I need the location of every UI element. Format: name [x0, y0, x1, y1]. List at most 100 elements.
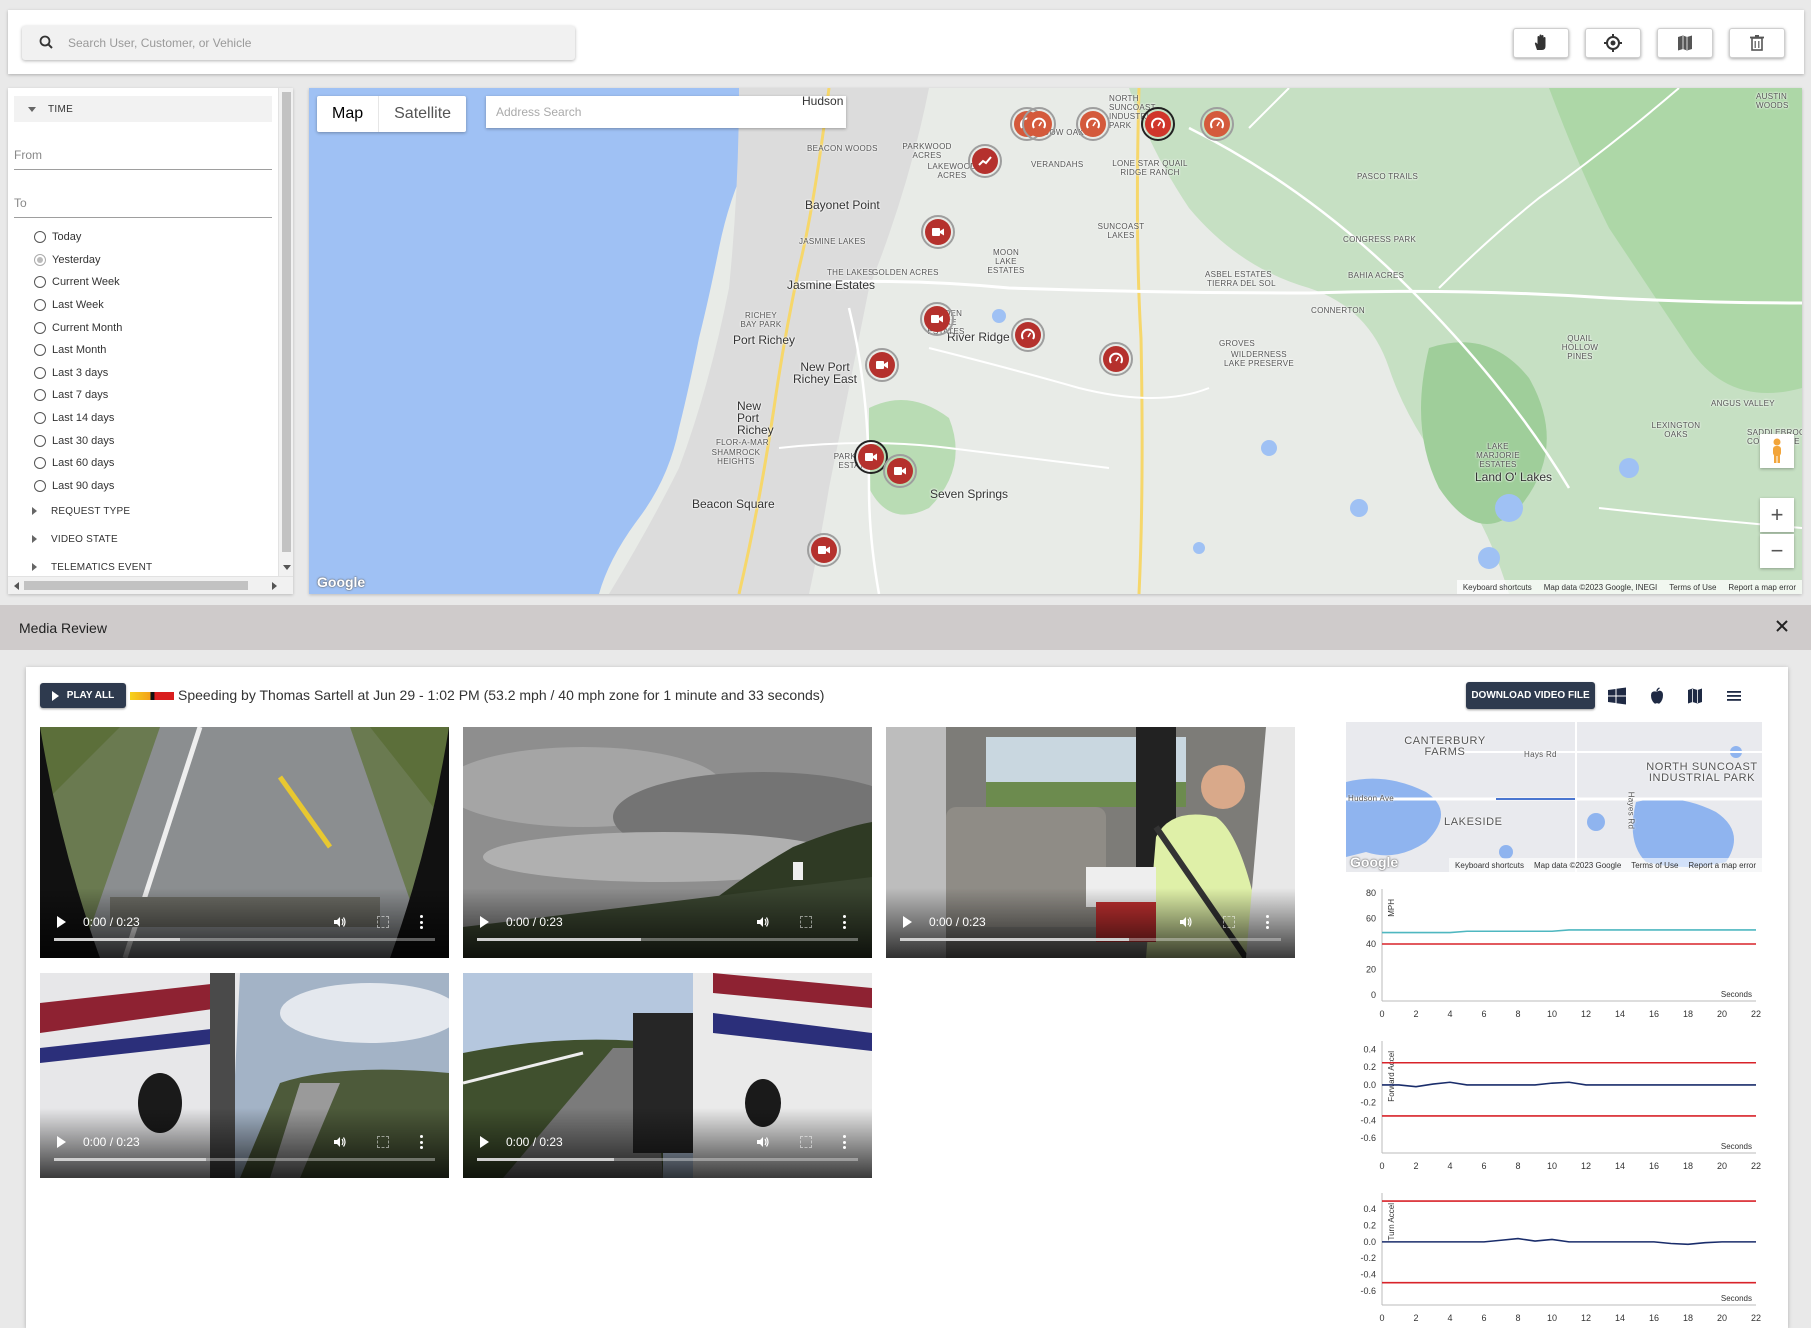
scroll-down-arrow[interactable] — [283, 565, 291, 570]
more-options-icon[interactable] — [1266, 915, 1270, 929]
speeding-event-marker[interactable] — [1099, 342, 1133, 376]
more-options-icon[interactable] — [420, 1135, 424, 1149]
radio-button[interactable] — [34, 412, 46, 425]
play-icon[interactable] — [480, 916, 489, 928]
from-date-field[interactable]: From — [14, 136, 272, 170]
range-option-current-month[interactable]: Current Month — [34, 316, 272, 339]
to-date-field[interactable]: To — [14, 184, 272, 218]
map-icon[interactable] — [1684, 685, 1706, 707]
range-option-last-3-days[interactable]: Last 3 days — [34, 362, 272, 385]
speeding-event-marker[interactable] — [1011, 318, 1045, 352]
video-player-left-side[interactable]: 0:00 / 0:23 — [40, 973, 449, 1178]
range-option-current-week[interactable]: Current Week — [34, 271, 272, 294]
speeding-event-marker[interactable] — [1022, 107, 1056, 141]
play-icon[interactable] — [903, 916, 912, 928]
range-option-last-60-days[interactable]: Last 60 days — [34, 452, 272, 475]
range-option-last-30-days[interactable]: Last 30 days — [34, 429, 272, 452]
video-state-section[interactable]: VIDEO STATE — [14, 525, 272, 553]
video-event-marker[interactable] — [865, 348, 899, 382]
event-location-minimap[interactable]: CANTERBURY FARMS Hays Rd NORTH SUNCOAST … — [1346, 722, 1762, 872]
vertical-scrollbar[interactable] — [278, 88, 293, 576]
speeding-event-marker[interactable] — [1076, 107, 1110, 141]
request-type-section[interactable]: REQUEST TYPE — [14, 497, 272, 525]
menu-icon[interactable] — [1723, 685, 1745, 707]
search-input[interactable] — [68, 36, 548, 50]
radio-button[interactable] — [34, 321, 46, 334]
volume-icon[interactable] — [333, 1135, 347, 1149]
fullscreen-icon[interactable] — [377, 916, 389, 928]
center-map-button[interactable] — [1585, 28, 1641, 58]
video-player-sky[interactable]: 0:00 / 0:23 — [463, 727, 872, 958]
pan-tool-button[interactable] — [1513, 28, 1569, 58]
video-event-marker[interactable] — [920, 302, 954, 336]
range-option-yesterday[interactable]: Yesterday — [34, 249, 272, 272]
horizontal-scrollbar[interactable] — [8, 576, 293, 594]
range-option-last-7-days[interactable]: Last 7 days — [34, 384, 272, 407]
fullscreen-icon[interactable] — [377, 1136, 389, 1148]
zoom-in-button[interactable]: + — [1760, 498, 1794, 532]
radio-button[interactable] — [34, 231, 46, 244]
range-option-last-14-days[interactable]: Last 14 days — [34, 407, 272, 430]
radio-button[interactable] — [34, 389, 46, 402]
range-option-last-90-days[interactable]: Last 90 days — [34, 475, 272, 498]
play-icon[interactable] — [480, 1136, 489, 1148]
satellite-tab[interactable]: Satellite — [378, 96, 466, 132]
range-option-last-week[interactable]: Last Week — [34, 294, 272, 317]
video-event-marker[interactable] — [921, 215, 955, 249]
report-error-link[interactable]: Report a map error — [1688, 861, 1756, 870]
radio-button[interactable] — [34, 457, 46, 470]
street-view-button[interactable] — [1760, 434, 1794, 468]
scroll-thumb[interactable] — [24, 581, 248, 590]
windows-icon[interactable] — [1606, 685, 1628, 707]
video-progress-bar[interactable] — [54, 938, 435, 941]
speeding-event-marker-selected[interactable] — [1141, 107, 1175, 141]
range-option-today[interactable]: Today — [34, 226, 272, 249]
range-option-last-month[interactable]: Last Month — [34, 339, 272, 362]
map-tab[interactable]: Map — [317, 96, 378, 132]
fullscreen-icon[interactable] — [800, 1136, 812, 1148]
video-player-driver-cab[interactable]: 0:00 / 0:23 — [886, 727, 1295, 958]
zoom-out-button[interactable]: − — [1760, 534, 1794, 568]
map-view[interactable]: Map Satellite Hudson Bayonet Point Jasmi… — [309, 88, 1802, 594]
video-event-marker[interactable] — [807, 533, 841, 567]
radio-button[interactable] — [34, 299, 46, 312]
delete-button[interactable] — [1729, 28, 1785, 58]
more-options-icon[interactable] — [843, 1135, 847, 1149]
download-video-button[interactable]: DOWNLOAD VIDEO FILE — [1466, 682, 1595, 709]
volume-icon[interactable] — [756, 915, 770, 929]
report-error-link[interactable]: Report a map error — [1728, 583, 1796, 592]
volume-icon[interactable] — [756, 1135, 770, 1149]
scroll-right-arrow[interactable] — [272, 582, 277, 590]
harsh-event-marker[interactable] — [968, 144, 1002, 178]
apple-icon[interactable] — [1646, 685, 1668, 707]
terms-link[interactable]: Terms of Use — [1669, 583, 1716, 592]
time-section-header[interactable]: TIME — [14, 96, 272, 122]
play-all-button[interactable]: PLAY ALL — [40, 683, 126, 708]
volume-icon[interactable] — [1179, 915, 1193, 929]
fullscreen-icon[interactable] — [800, 916, 812, 928]
radio-button[interactable] — [34, 366, 46, 379]
speeding-event-marker[interactable] — [1200, 107, 1234, 141]
keyboard-shortcuts-link[interactable]: Keyboard shortcuts — [1463, 583, 1532, 592]
search-box[interactable] — [22, 26, 575, 60]
terms-link[interactable]: Terms of Use — [1631, 861, 1678, 870]
video-progress-bar[interactable] — [477, 938, 858, 941]
close-icon[interactable] — [1773, 617, 1791, 635]
video-player-road-front[interactable]: 0:00 / 0:23 — [40, 727, 449, 958]
scroll-thumb[interactable] — [282, 92, 291, 552]
more-options-icon[interactable] — [420, 915, 424, 929]
keyboard-shortcuts-link[interactable]: Keyboard shortcuts — [1455, 861, 1524, 870]
radio-button[interactable] — [34, 344, 46, 357]
map-layer-button[interactable] — [1657, 28, 1713, 58]
play-icon[interactable] — [57, 1136, 66, 1148]
radio-button[interactable] — [34, 434, 46, 447]
video-progress-bar[interactable] — [900, 938, 1281, 941]
volume-icon[interactable] — [333, 915, 347, 929]
play-icon[interactable] — [57, 916, 66, 928]
radio-button-selected[interactable] — [34, 253, 46, 266]
video-progress-bar[interactable] — [477, 1158, 858, 1161]
video-progress-bar[interactable] — [54, 1158, 435, 1161]
radio-button[interactable] — [34, 479, 46, 492]
more-options-icon[interactable] — [843, 915, 847, 929]
address-search-input[interactable] — [486, 96, 846, 128]
